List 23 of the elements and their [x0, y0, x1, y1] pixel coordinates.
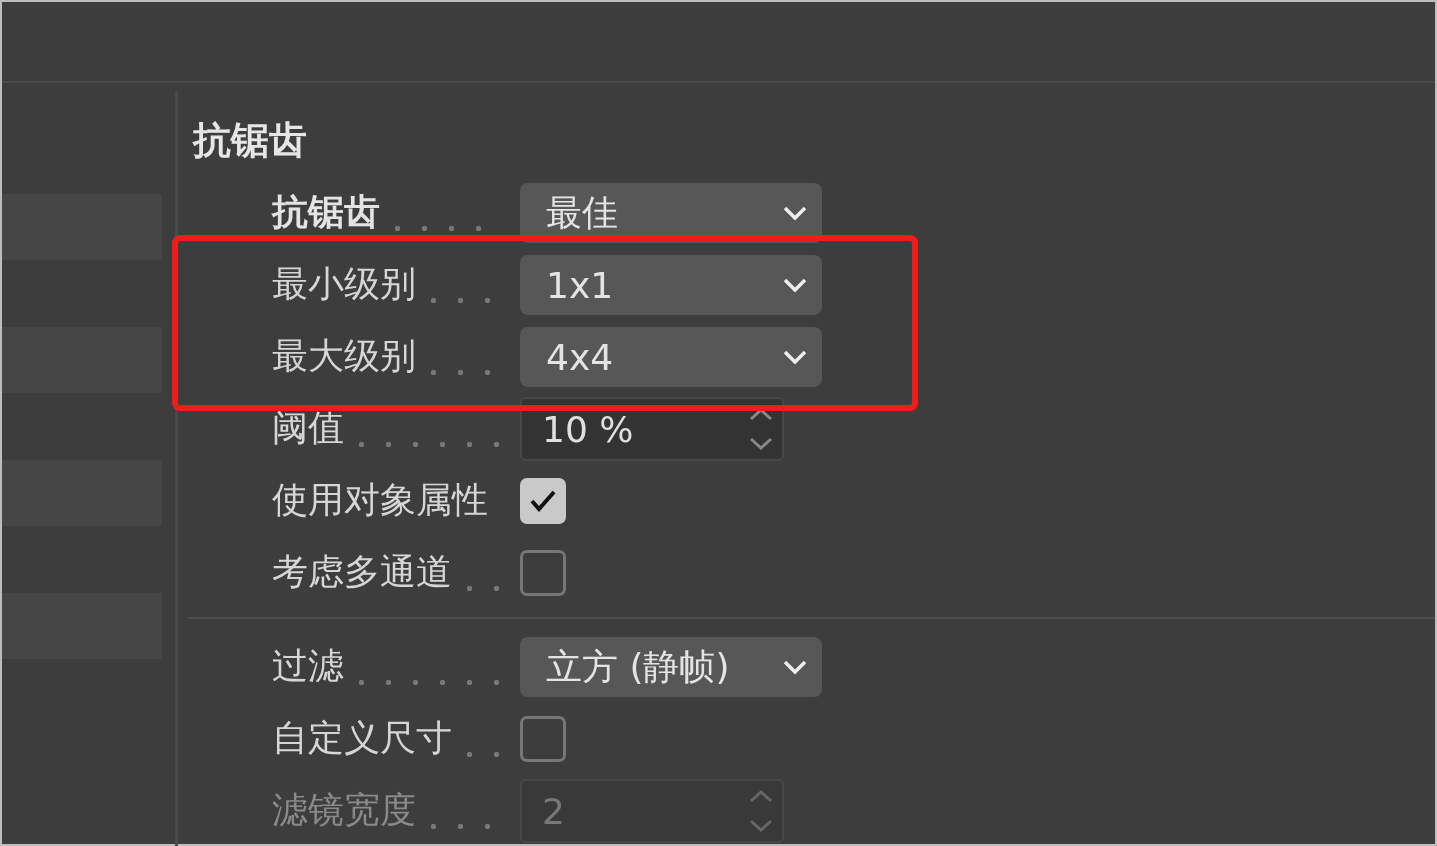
field-label: 最大级别: [272, 334, 416, 378]
checkbox[interactable]: [520, 550, 566, 596]
field-label: 自定义尺寸: [272, 716, 452, 760]
dropdown[interactable]: 1x1: [520, 255, 822, 315]
dropdown[interactable]: 最佳: [520, 183, 822, 243]
dropdown[interactable]: 立方 (静帧): [520, 637, 822, 697]
field-label: 使用对象属性: [272, 478, 488, 522]
section-title: 抗锯齿: [193, 117, 307, 164]
field-label: 抗锯齿: [272, 190, 380, 234]
dropdown[interactable]: 4x4: [520, 327, 822, 387]
field-label: 最小级别: [272, 262, 416, 306]
number-field[interactable]: 10 %: [520, 397, 784, 461]
chevron-down-icon: [782, 659, 808, 675]
chevron-down-icon: [782, 277, 808, 293]
checkbox[interactable]: [520, 478, 566, 524]
chevron-down-icon: [782, 205, 808, 221]
chevron-down-icon: [782, 349, 808, 365]
checkmark-icon: [530, 490, 556, 512]
field-label: 滤镜宽度: [272, 788, 416, 832]
field-label: 过滤: [272, 644, 344, 688]
field-label: 考虑多通道: [272, 550, 452, 594]
checkbox[interactable]: [520, 716, 566, 762]
field-label: 阈值: [272, 406, 344, 450]
